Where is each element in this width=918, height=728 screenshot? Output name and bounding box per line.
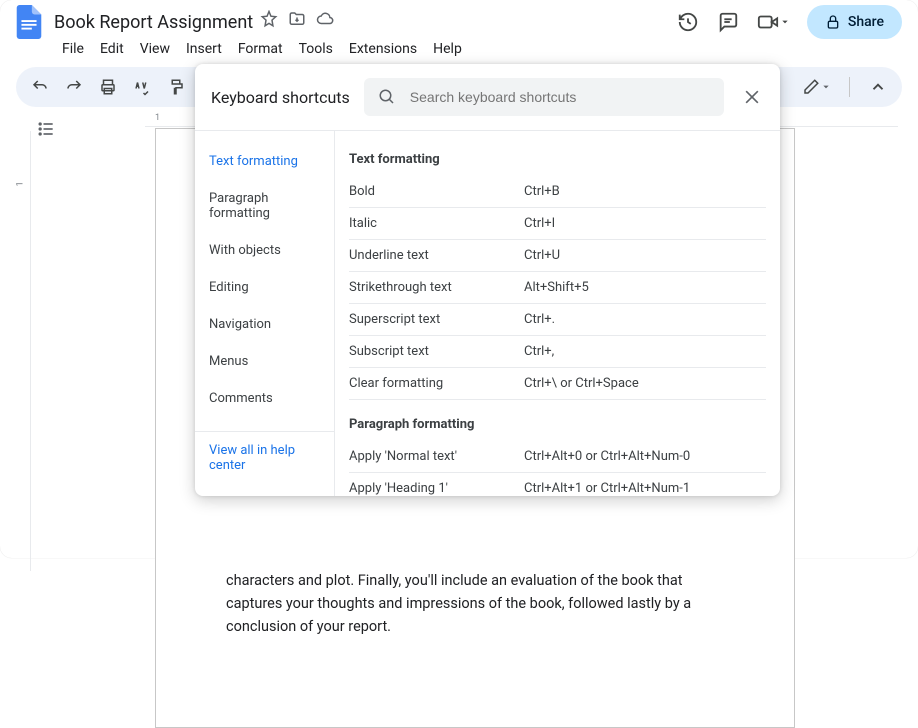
- shortcut-row: Superscript textCtrl+.: [349, 304, 766, 336]
- shortcut-row: ItalicCtrl+I: [349, 208, 766, 240]
- cloud-status-icon[interactable]: [316, 10, 334, 28]
- shortcut-content[interactable]: Text formatting BoldCtrl+B ItalicCtrl+I …: [335, 131, 780, 496]
- shortcut-row: Subscript textCtrl+,: [349, 336, 766, 368]
- sidebar-item-editing[interactable]: Editing: [195, 269, 334, 306]
- menu-tools[interactable]: Tools: [292, 37, 340, 61]
- meet-icon[interactable]: [757, 11, 789, 33]
- vertical-ruler: [16, 131, 31, 571]
- title-area: Book Report Assignment: [54, 10, 677, 33]
- spellcheck-button[interactable]: [128, 73, 156, 101]
- close-button[interactable]: [738, 83, 766, 111]
- comments-icon[interactable]: [717, 11, 739, 33]
- lock-icon: [825, 14, 841, 30]
- document-title[interactable]: Book Report Assignment: [54, 12, 253, 33]
- shortcut-row: Clear formattingCtrl+\ or Ctrl+Space: [349, 368, 766, 400]
- shortcut-row: Underline textCtrl+U: [349, 240, 766, 272]
- menu-file[interactable]: File: [55, 37, 91, 61]
- shortcut-row: Apply 'Normal text'Ctrl+Alt+0 or Ctrl+Al…: [349, 441, 766, 473]
- move-icon[interactable]: [288, 10, 306, 28]
- redo-button[interactable]: [60, 73, 88, 101]
- menubar: File Edit View Insert Format Tools Exten…: [0, 35, 918, 67]
- history-icon[interactable]: [677, 11, 699, 33]
- print-button[interactable]: [94, 73, 122, 101]
- search-box[interactable]: [364, 78, 724, 116]
- sidebar-item-paragraph-formatting[interactable]: Paragraph formatting: [195, 180, 334, 232]
- search-input[interactable]: [410, 89, 710, 105]
- page-text: characters and plot. Finally, you'll inc…: [226, 569, 724, 639]
- menu-view[interactable]: View: [133, 37, 177, 61]
- shortcut-row: Strikethrough textAlt+Shift+5: [349, 272, 766, 304]
- menu-edit[interactable]: Edit: [93, 37, 131, 61]
- search-icon: [378, 88, 396, 106]
- keyboard-shortcuts-dialog: Keyboard shortcuts Text formatting Parag…: [195, 64, 780, 496]
- sidebar-item-navigation[interactable]: Navigation: [195, 306, 334, 343]
- undo-button[interactable]: [26, 73, 54, 101]
- shortcut-row: BoldCtrl+B: [349, 176, 766, 208]
- share-label: Share: [848, 14, 884, 30]
- menu-extensions[interactable]: Extensions: [342, 37, 424, 61]
- section-title: Paragraph formatting: [349, 408, 766, 441]
- view-all-link[interactable]: View all in help center: [195, 431, 334, 484]
- sidebar-item-text-formatting[interactable]: Text formatting: [195, 143, 334, 180]
- docs-logo-icon[interactable]: [16, 5, 42, 39]
- shortcut-sidebar: Text formatting Paragraph formatting Wit…: [195, 131, 335, 496]
- format-paint-button[interactable]: [162, 73, 190, 101]
- sidebar-item-with-objects[interactable]: With objects: [195, 232, 334, 269]
- sidebar-item-menus[interactable]: Menus: [195, 343, 334, 380]
- editing-mode-button[interactable]: [797, 73, 835, 101]
- share-button[interactable]: Share: [807, 5, 902, 39]
- header: Book Report Assignment Share: [0, 0, 918, 35]
- sidebar-item-comments[interactable]: Comments: [195, 380, 334, 417]
- shortcut-row: Apply 'Heading 1'Ctrl+Alt+1 or Ctrl+Alt+…: [349, 473, 766, 496]
- menu-format[interactable]: Format: [231, 37, 290, 61]
- dialog-title: Keyboard shortcuts: [211, 88, 350, 107]
- star-icon[interactable]: [260, 10, 278, 28]
- collapse-toolbar-button[interactable]: [864, 73, 892, 101]
- menu-help[interactable]: Help: [426, 37, 469, 61]
- outline-icon[interactable]: [36, 119, 56, 139]
- section-title: Text formatting: [349, 143, 766, 176]
- menu-insert[interactable]: Insert: [179, 37, 229, 61]
